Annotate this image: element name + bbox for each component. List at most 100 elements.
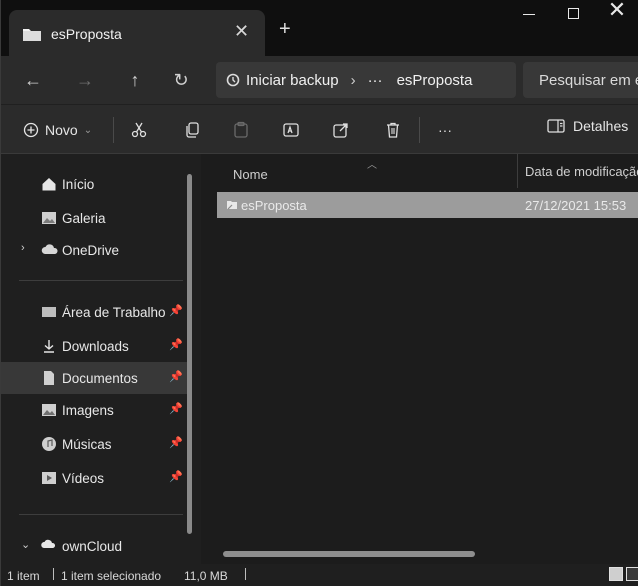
paste-icon bbox=[232, 121, 250, 139]
copy-button[interactable] bbox=[181, 118, 205, 142]
more-options-button[interactable]: ··· bbox=[433, 118, 457, 142]
download-icon bbox=[41, 338, 57, 354]
horizontal-scrollbar[interactable] bbox=[223, 551, 475, 557]
tiles-view-button[interactable] bbox=[626, 567, 638, 581]
paste-button[interactable] bbox=[229, 118, 253, 142]
documents-icon bbox=[41, 370, 57, 386]
pictures-icon bbox=[41, 402, 57, 418]
sidebar-item-label: Documentos bbox=[62, 371, 138, 386]
cloud-icon bbox=[41, 242, 58, 258]
sidebar-item-documentos[interactable]: Documentos 📌 bbox=[1, 362, 187, 394]
breadcrumb-more[interactable]: ··· bbox=[368, 72, 383, 89]
sidebar-item-label: Galeria bbox=[62, 211, 106, 226]
sidebar-item-label: ownCloud bbox=[62, 539, 123, 554]
pin-icon[interactable]: 📌 bbox=[169, 402, 183, 415]
forward-button[interactable]: → bbox=[71, 66, 99, 94]
sidebar-item-label: Downloads bbox=[62, 339, 129, 354]
delete-button[interactable] bbox=[381, 118, 405, 142]
details-label: Detalhes bbox=[573, 118, 629, 134]
desktop-icon bbox=[41, 304, 57, 320]
breadcrumb[interactable]: Iniciar backup › ··· esProposta bbox=[216, 62, 516, 98]
sidebar-item-label: Músicas bbox=[62, 437, 112, 452]
share-button[interactable] bbox=[329, 118, 353, 142]
up-button[interactable]: ↑ bbox=[121, 66, 149, 94]
maximize-icon bbox=[567, 7, 579, 19]
breadcrumb-current[interactable]: esProposta bbox=[397, 72, 473, 89]
details-view-button[interactable] bbox=[609, 567, 623, 581]
home-icon bbox=[41, 176, 57, 192]
new-tab-button[interactable]: + bbox=[279, 18, 291, 41]
sidebar-scrollbar[interactable] bbox=[187, 174, 192, 534]
column-separator[interactable] bbox=[517, 154, 518, 188]
pin-icon[interactable]: 📌 bbox=[169, 436, 183, 449]
pin-icon[interactable]: 📌 bbox=[169, 470, 183, 483]
pin-icon[interactable]: 📌 bbox=[169, 338, 183, 351]
breadcrumb-separator[interactable]: › bbox=[351, 72, 356, 89]
sidebar-item-label: Início bbox=[62, 177, 95, 192]
minimize-icon bbox=[523, 13, 535, 15]
search-input[interactable]: Pesquisar em es bbox=[523, 62, 638, 98]
sidebar-item-label: OneDrive bbox=[62, 243, 120, 258]
cut-button[interactable] bbox=[127, 118, 151, 142]
command-bar: Novo ⌄ ··· Detalhes bbox=[1, 104, 638, 154]
tab-title: esProposta bbox=[51, 26, 122, 42]
rename-button[interactable] bbox=[279, 118, 303, 142]
share-icon bbox=[332, 121, 350, 139]
chevron-down-icon[interactable]: ⌄ bbox=[21, 538, 30, 551]
sidebar-item-label: Área de Trabalho bbox=[62, 305, 166, 320]
column-header-date[interactable]: Data de modificação bbox=[525, 164, 638, 179]
chevron-right-icon[interactable]: › bbox=[21, 242, 25, 254]
minimize-button[interactable] bbox=[507, 0, 551, 36]
details-pane-icon bbox=[547, 119, 565, 133]
back-button[interactable]: ← bbox=[19, 66, 47, 94]
selection-count: 1 item selecionado bbox=[61, 569, 162, 583]
status-separator bbox=[245, 568, 246, 580]
navigation-pane: Início Galeria › OneDrive Área de Trabal… bbox=[1, 154, 201, 564]
column-header-name[interactable]: Nome bbox=[233, 167, 268, 182]
sidebar-item-downloads[interactable]: Downloads 📌 bbox=[1, 330, 187, 362]
plus-circle-icon bbox=[23, 122, 39, 138]
new-button-label: Novo bbox=[45, 122, 78, 138]
sidebar-item-owncloud[interactable]: ⌄ ownCloud bbox=[1, 530, 187, 562]
file-explorer-window: esProposta ✕ + ✕ ← → ↑ ↻ Iniciar backup … bbox=[0, 0, 638, 586]
scissors-icon bbox=[130, 121, 148, 139]
sidebar-item-galeria[interactable]: Galeria bbox=[1, 202, 187, 234]
copy-icon bbox=[184, 121, 202, 139]
pin-icon[interactable]: 📌 bbox=[169, 370, 183, 383]
new-button[interactable]: Novo ⌄ bbox=[23, 117, 92, 143]
chevron-down-icon: ⌄ bbox=[83, 124, 93, 136]
details-button[interactable]: Detalhes bbox=[547, 118, 628, 134]
sidebar-item-area-de-trabalho[interactable]: Área de Trabalho 📌 bbox=[1, 296, 187, 328]
sort-ascending-icon: ︿ bbox=[367, 160, 377, 171]
sidebar-item-label: Imagens bbox=[62, 403, 114, 418]
backup-icon bbox=[226, 73, 240, 87]
status-separator bbox=[53, 568, 54, 580]
sidebar-item-imagens[interactable]: Imagens 📌 bbox=[1, 394, 187, 426]
maximize-button[interactable] bbox=[551, 0, 595, 36]
owncloud-icon bbox=[41, 538, 57, 554]
sidebar-divider bbox=[19, 280, 183, 281]
pin-icon[interactable]: 📌 bbox=[169, 304, 183, 317]
shortcut-file-icon bbox=[225, 198, 239, 212]
videos-icon bbox=[41, 470, 57, 486]
tab-close-button[interactable]: ✕ bbox=[234, 21, 249, 42]
status-bar: 1 item 1 item selecionado 11,0 MB bbox=[1, 564, 638, 586]
file-list: ︿ Nome Data de modificação esProposta 27… bbox=[201, 154, 638, 564]
view-toggle bbox=[609, 567, 638, 581]
selection-size: 11,0 MB bbox=[184, 569, 228, 583]
title-bar: esProposta ✕ + ✕ bbox=[1, 0, 638, 56]
sidebar-item-inicio[interactable]: Início bbox=[1, 168, 187, 200]
file-name: esProposta bbox=[241, 198, 307, 213]
tab-esproposta[interactable]: esProposta ✕ bbox=[9, 10, 265, 56]
refresh-button[interactable]: ↻ bbox=[167, 66, 195, 94]
sidebar-item-onedrive[interactable]: › OneDrive bbox=[1, 234, 187, 266]
sidebar-item-label: Vídeos bbox=[62, 471, 105, 486]
toolbar-divider bbox=[113, 117, 114, 143]
close-window-button[interactable]: ✕ bbox=[595, 0, 638, 28]
sidebar-item-musicas[interactable]: Músicas 📌 bbox=[1, 428, 187, 460]
breadcrumb-root[interactable]: Iniciar backup bbox=[246, 72, 339, 89]
file-date: 27/12/2021 15:53 bbox=[525, 198, 627, 213]
rename-icon bbox=[282, 121, 300, 139]
file-row[interactable]: esProposta 27/12/2021 15:53 bbox=[217, 192, 638, 218]
sidebar-item-videos[interactable]: Vídeos 📌 bbox=[1, 462, 187, 494]
